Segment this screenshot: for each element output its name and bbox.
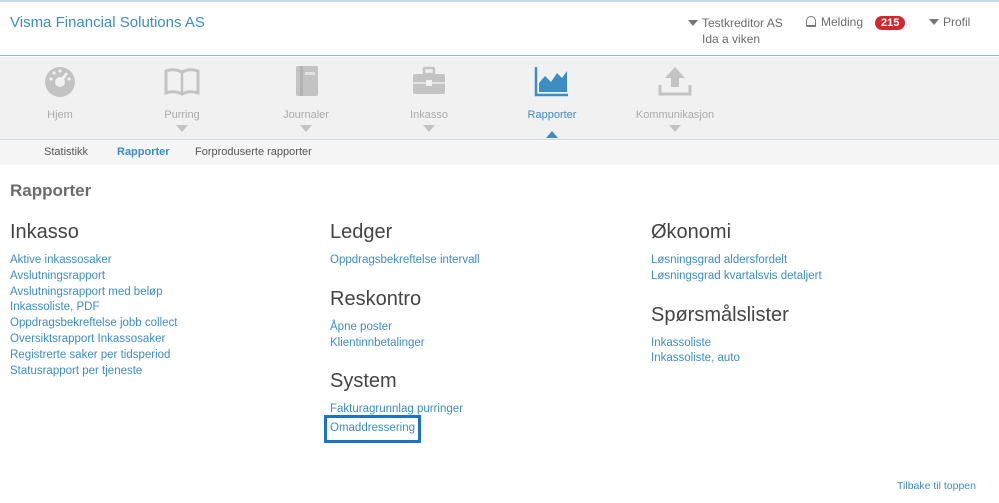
- book-icon: [164, 68, 200, 96]
- nav-item-rapporter[interactable]: Rapporter: [490, 57, 614, 140]
- brand-title[interactable]: Visma Financial Solutions AS: [10, 14, 205, 31]
- chevron-down-icon: [669, 125, 681, 132]
- section-title: Økonomi: [651, 221, 732, 243]
- report-link[interactable]: Oppdragsbekreftelse intervall: [330, 253, 640, 269]
- nav-item-purring[interactable]: Purring: [120, 57, 244, 140]
- briefcase-icon: [413, 66, 445, 94]
- chevron-down-icon: [300, 125, 312, 132]
- report-link[interactable]: Avslutningsrapport: [10, 269, 320, 285]
- nav-label-inkasso: Inkasso: [410, 109, 448, 121]
- tab-rapporter[interactable]: Rapporter: [117, 146, 170, 158]
- profile-label: Profil: [943, 15, 971, 29]
- messages-label: Melding: [821, 15, 864, 29]
- nav-item-kommunikasjon[interactable]: Kommunikasjon: [613, 57, 737, 140]
- report-link[interactable]: Åpne poster: [330, 320, 640, 336]
- report-link-focused[interactable]: Omaddressering: [323, 415, 422, 443]
- nav-label-hjem: Hjem: [47, 109, 73, 121]
- account-switcher[interactable]: Testkreditor AS Ida a viken: [688, 15, 783, 47]
- chart-icon: [534, 67, 568, 97]
- section-okonomi: Økonomi Løsningsgrad aldersfordelt Løsni…: [651, 220, 961, 285]
- upload-icon: [658, 67, 692, 96]
- tab-forproduserte-rapporter[interactable]: Forproduserte rapporter: [195, 146, 312, 158]
- nav-label-journaler: Journaler: [283, 109, 329, 121]
- report-column-3: Økonomi Løsningsgrad aldersfordelt Løsni…: [651, 220, 961, 385]
- section-system: System Fakturagrunnlag purringer Omaddre…: [323, 369, 640, 443]
- section-title: System: [330, 370, 397, 393]
- back-to-top-link[interactable]: Tilbake til toppen: [897, 480, 976, 492]
- section-inkasso: Inkasso Aktive inkassosaker Avslutningsr…: [10, 220, 320, 379]
- chevron-down-icon: [176, 125, 188, 132]
- sub-nav: Statistikk Rapporter Forproduserte rappo…: [0, 141, 999, 165]
- caret-down-icon: [929, 19, 939, 25]
- report-column-1: Inkasso Aktive inkassosaker Avslutningsr…: [10, 220, 320, 397]
- messages-count-badge[interactable]: 215: [875, 16, 906, 30]
- tab-statistikk[interactable]: Statistikk: [44, 146, 88, 158]
- report-link[interactable]: Inkassoliste, auto: [651, 351, 961, 367]
- nav-item-inkasso[interactable]: Inkasso: [367, 57, 491, 140]
- nav-item-journaler[interactable]: Journaler: [244, 57, 368, 140]
- report-link[interactable]: Fakturagrunnlag purringer: [330, 402, 640, 418]
- page-title: Rapporter: [10, 181, 92, 200]
- section-title: Ledger: [330, 221, 393, 243]
- nav-item-hjem[interactable]: Hjem: [0, 57, 122, 140]
- top-bar: Visma Financial Solutions AS Testkredito…: [0, 0, 999, 56]
- section-reskontro: Reskontro Åpne poster Klientinnbetalinge…: [330, 287, 640, 352]
- report-link[interactable]: Aktive inkassosaker: [10, 253, 320, 269]
- report-link[interactable]: Oversiktsrapport Inkassosaker: [10, 332, 320, 348]
- section-title: Reskontro: [330, 287, 422, 310]
- section-title: Inkasso: [10, 221, 79, 243]
- report-link[interactable]: Avslutningsrapport med beløp: [10, 285, 320, 301]
- report-link[interactable]: Oppdragsbekreftelse jobb collect: [10, 316, 320, 332]
- report-link[interactable]: Løsningsgrad kvartalsvis detaljert: [651, 269, 961, 285]
- journal-icon: [296, 66, 318, 96]
- nav-label-kommunikasjon: Kommunikasjon: [635, 109, 715, 121]
- nav-label-purring: Purring: [164, 109, 200, 121]
- nav-label-rapporter: Rapporter: [527, 109, 577, 121]
- main-nav: Hjem Purring Journaler Inkasso Rapporter…: [0, 57, 999, 140]
- report-link[interactable]: Løsningsgrad aldersfordelt: [651, 253, 961, 269]
- account-user: Ida a viken: [702, 32, 761, 46]
- report-link[interactable]: Statusrapport per tjeneste: [10, 364, 320, 380]
- caret-down-icon: [688, 20, 698, 26]
- section-ledger: Ledger Oppdragsbekreftelse intervall: [330, 220, 640, 269]
- report-link[interactable]: Inkassoliste, PDF: [10, 300, 320, 316]
- dashboard-icon: [45, 67, 75, 97]
- messages-button[interactable]: Melding: [806, 15, 863, 29]
- section-sporsmalslister: Spørsmålslister Inkassoliste Inkassolist…: [651, 303, 961, 368]
- chevron-down-icon: [423, 125, 435, 132]
- report-link[interactable]: Klientinnbetalinger: [330, 336, 640, 352]
- bell-icon: [806, 16, 816, 27]
- profile-menu[interactable]: Profil: [929, 15, 970, 29]
- report-link[interactable]: Inkassoliste: [651, 336, 961, 352]
- report-link[interactable]: Registrerte saker per tidsperiod: [10, 348, 320, 364]
- active-indicator-icon: [546, 131, 558, 138]
- report-column-2: Ledger Oppdragsbekreftelse intervall Res…: [323, 220, 640, 455]
- section-title: Spørsmålslister: [651, 303, 789, 326]
- account-name: Testkreditor AS: [702, 16, 783, 30]
